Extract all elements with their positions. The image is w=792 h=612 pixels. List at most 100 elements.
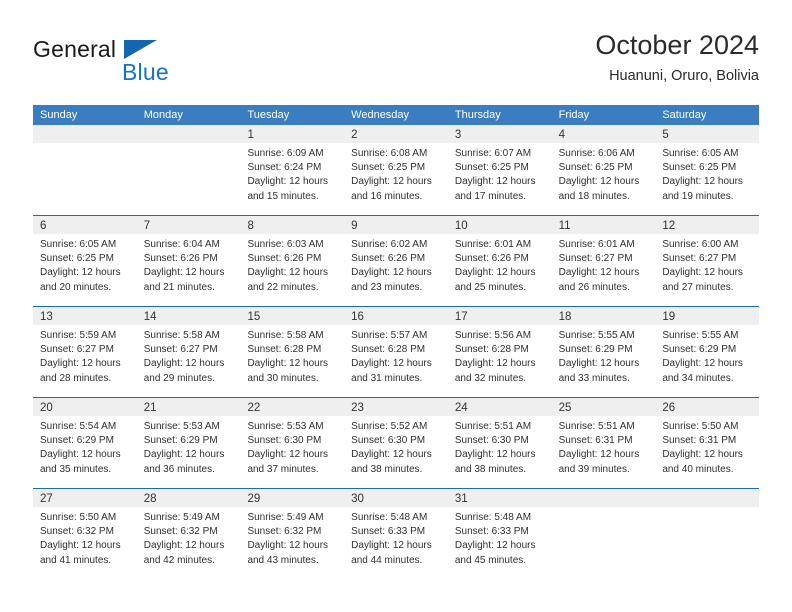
calendar-week-row: 6 Sunrise: 6:05 AM Sunset: 6:25 PM Daylight…: [33, 215, 760, 306]
day-info: Sunrise: 5:50 AM Sunset: 6:31 PM Daylight:…: [655, 416, 759, 477]
calendar-day-cell[interactable]: 18 Sunrise: 5:55 AM Sunset: 6:29 PM Dayligh…: [551, 307, 656, 397]
day-number-band: 14: [136, 307, 241, 325]
sunset-text: Sunset: 6:32 PM: [247, 526, 322, 538]
sunset-text: Sunset: 6:27 PM: [143, 344, 218, 356]
daylight-text-line2: and 31 minutes.: [351, 372, 423, 384]
day-number: 24: [454, 402, 468, 414]
calendar-day-cell[interactable]: 13 Sunrise: 5:59 AM Sunset: 6:27 PM Dayligh…: [33, 307, 137, 397]
weekday-monday: Monday: [143, 109, 183, 121]
calendar-day-cell[interactable]: 5 Sunrise: 6:05 AM Sunset: 6:25 PM Daylight…: [655, 125, 760, 215]
day-info: Sunrise: 6:02 AM Sunset: 6:26 PM Daylight:…: [344, 234, 448, 295]
sunrise-text: Sunrise: 6:01 AM: [454, 239, 532, 250]
calendar-day-cell[interactable]: 27 Sunrise: 5:50 AM Sunset: 6:32 PM Dayligh…: [33, 489, 137, 579]
daylight-text-line2: and 23 minutes.: [351, 281, 423, 293]
sunset-text: Sunset: 6:28 PM: [247, 344, 322, 356]
daylight-text-line1: Daylight: 12 hours: [40, 540, 121, 552]
daylight-text-line1: Daylight: 12 hours: [247, 358, 329, 370]
calendar-day-cell[interactable]: 7 Sunrise: 6:04 AM Sunset: 6:26 PM Daylight…: [136, 216, 241, 306]
daylight-text-line2: and 40 minutes.: [662, 463, 734, 475]
sunset-text: Sunset: 6:28 PM: [351, 344, 426, 356]
calendar-day-cell[interactable]: 26 Sunrise: 5:50 AM Sunset: 6:31 PM Dayligh…: [655, 398, 760, 488]
sunrise-text: Sunrise: 6:03 AM: [247, 239, 324, 250]
daylight-text-line1: Daylight: 12 hours: [662, 358, 743, 370]
daylight-text-line1: Daylight: 12 hours: [247, 267, 329, 279]
triangle-flag-icon: [124, 40, 157, 59]
sunrise-text: Sunrise: 6:07 AM: [454, 148, 532, 159]
calendar-day-cell[interactable]: 8 Sunrise: 6:03 AM Sunset: 6:26 PM Daylight…: [240, 216, 345, 306]
calendar-day-cell[interactable]: 24 Sunrise: 5:51 AM Sunset: 6:30 PM Dayligh…: [447, 398, 552, 488]
daylight-text-line1: Daylight: 12 hours: [454, 358, 536, 370]
calendar-day-cell[interactable]: 9 Sunrise: 6:02 AM Sunset: 6:26 PM Daylight…: [344, 216, 448, 306]
calendar-day-cell[interactable]: 17 Sunrise: 5:56 AM Sunset: 6:28 PM Dayligh…: [447, 307, 552, 397]
day-number-band: [551, 489, 656, 507]
calendar-day-cell[interactable]: 21 Sunrise: 5:53 AM Sunset: 6:29 PM Dayligh…: [136, 398, 241, 488]
calendar-day-cell[interactable]: 25 Sunrise: 5:51 AM Sunset: 6:31 PM Dayligh…: [551, 398, 656, 488]
daylight-text-line1: Daylight: 12 hours: [351, 540, 432, 552]
calendar-day-cell[interactable]: 3 Sunrise: 6:07 AM Sunset: 6:25 PM Daylight…: [447, 125, 552, 215]
daylight-text-line2: and 17 minutes.: [454, 190, 527, 202]
daylight-text-line1: Daylight: 12 hours: [558, 267, 640, 279]
calendar-day-cell[interactable]: 30 Sunrise: 5:48 AM Sunset: 6:33 PM Dayligh…: [344, 489, 448, 579]
calendar-day-cell[interactable]: 10 Sunrise: 6:01 AM Sunset: 6:26 PM Dayligh…: [447, 216, 552, 306]
sunrise-text: Sunrise: 6:08 AM: [351, 148, 428, 159]
daylight-text-line2: and 37 minutes.: [247, 463, 319, 475]
brand-name-general: General: [33, 36, 117, 62]
day-info: Sunrise: 5:50 AM Sunset: 6:32 PM Daylight:…: [33, 507, 137, 568]
day-number-band: 16: [344, 307, 448, 325]
day-number: 23: [351, 402, 364, 414]
day-number-band: 23: [344, 398, 448, 416]
calendar-day-cell[interactable]: 19 Sunrise: 5:55 AM Sunset: 6:29 PM Dayligh…: [655, 307, 760, 397]
calendar-day-cell[interactable]: 4 Sunrise: 6:06 AM Sunset: 6:25 PM Daylight…: [551, 125, 656, 215]
day-number: 26: [662, 402, 676, 414]
calendar-day-cell[interactable]: 22 Sunrise: 5:53 AM Sunset: 6:30 PM Dayligh…: [240, 398, 345, 488]
daylight-text-line1: Daylight: 12 hours: [247, 449, 329, 461]
calendar-day-cell[interactable]: 14 Sunrise: 5:58 AM Sunset: 6:27 PM Dayligh…: [136, 307, 241, 397]
calendar-day-cell[interactable]: 28 Sunrise: 5:49 AM Sunset: 6:32 PM Dayligh…: [136, 489, 241, 579]
calendar-day-cell[interactable]: 6 Sunrise: 6:05 AM Sunset: 6:25 PM Daylight…: [33, 216, 137, 306]
daylight-text-line2: and 38 minutes.: [454, 463, 527, 475]
sunrise-text: Sunrise: 6:00 AM: [662, 239, 739, 250]
sunrise-text: Sunrise: 5:55 AM: [662, 330, 739, 341]
day-number-band: 7: [136, 216, 241, 234]
day-info: Sunrise: 5:48 AM Sunset: 6:33 PM Daylight:…: [344, 507, 448, 568]
sunrise-text: Sunrise: 5:51 AM: [454, 421, 532, 432]
sunrise-text: Sunrise: 6:01 AM: [558, 239, 635, 250]
calendar-day-cell[interactable]: 16 Sunrise: 5:57 AM Sunset: 6:28 PM Dayligh…: [344, 307, 448, 397]
calendar-day-cell[interactable]: 31 Sunrise: 5:48 AM Sunset: 6:33 PM Dayligh…: [447, 489, 552, 579]
sunset-text: Sunset: 6:26 PM: [247, 253, 322, 265]
daylight-text-line2: and 27 minutes.: [662, 281, 734, 293]
daylight-text-line2: and 26 minutes.: [558, 281, 630, 293]
daylight-text-line1: Daylight: 12 hours: [143, 540, 225, 552]
day-number-band: 18: [551, 307, 656, 325]
weekday-sunday: Sunday: [40, 109, 78, 121]
sunset-text: Sunset: 6:27 PM: [40, 344, 114, 356]
daylight-text-line1: Daylight: 12 hours: [454, 267, 536, 279]
weekday-saturday: Saturday: [662, 109, 707, 121]
day-number-band: 20: [33, 398, 137, 416]
sunrise-text: Sunrise: 5:49 AM: [143, 512, 220, 523]
day-number: 14: [143, 311, 157, 323]
page-header: General Blue October 2024 Huanuni, Oruro…: [33, 28, 759, 94]
calendar-day-cell[interactable]: 1 Sunrise: 6:09 AM Sunset: 6:24 PM Daylight…: [240, 125, 345, 215]
calendar-day-cell[interactable]: 20 Sunrise: 5:54 AM Sunset: 6:29 PM Dayligh…: [33, 398, 137, 488]
calendar-day-cell[interactable]: 2 Sunrise: 6:08 AM Sunset: 6:25 PM Daylight…: [344, 125, 448, 215]
calendar-grid: Sunday Monday Tuesday Wednesday Thursday…: [33, 105, 760, 579]
weekday-friday: Friday: [558, 109, 590, 121]
calendar-day-cell[interactable]: 29 Sunrise: 5:49 AM Sunset: 6:32 PM Dayligh…: [240, 489, 345, 579]
daylight-text-line1: Daylight: 12 hours: [351, 358, 432, 370]
brand-logo[interactable]: General Blue: [33, 36, 333, 92]
calendar-day-cell[interactable]: 11 Sunrise: 6:01 AM Sunset: 6:27 PM Dayligh…: [551, 216, 656, 306]
day-number-band: 11: [551, 216, 656, 234]
daylight-text-line1: Daylight: 12 hours: [143, 449, 225, 461]
day-info: Sunrise: 6:07 AM Sunset: 6:25 PM Daylight:…: [448, 143, 552, 204]
sunrise-text: Sunrise: 5:56 AM: [454, 330, 532, 341]
calendar-day-cell[interactable]: 12 Sunrise: 6:00 AM Sunset: 6:27 PM Dayligh…: [655, 216, 760, 306]
calendar-day-cell[interactable]: 23 Sunrise: 5:52 AM Sunset: 6:30 PM Dayligh…: [344, 398, 448, 488]
day-number: 10: [454, 220, 468, 232]
calendar-day-cell[interactable]: 15 Sunrise: 5:58 AM Sunset: 6:28 PM Dayligh…: [240, 307, 345, 397]
calendar-week-row: 1 Sunrise: 6:09 AM Sunset: 6:24 PM Daylight…: [33, 125, 760, 215]
daylight-text-line2: and 25 minutes.: [454, 281, 527, 293]
daylight-text-line2: and 44 minutes.: [351, 554, 423, 566]
sunset-text: Sunset: 6:33 PM: [454, 526, 529, 538]
sunrise-text: Sunrise: 5:49 AM: [247, 512, 324, 523]
